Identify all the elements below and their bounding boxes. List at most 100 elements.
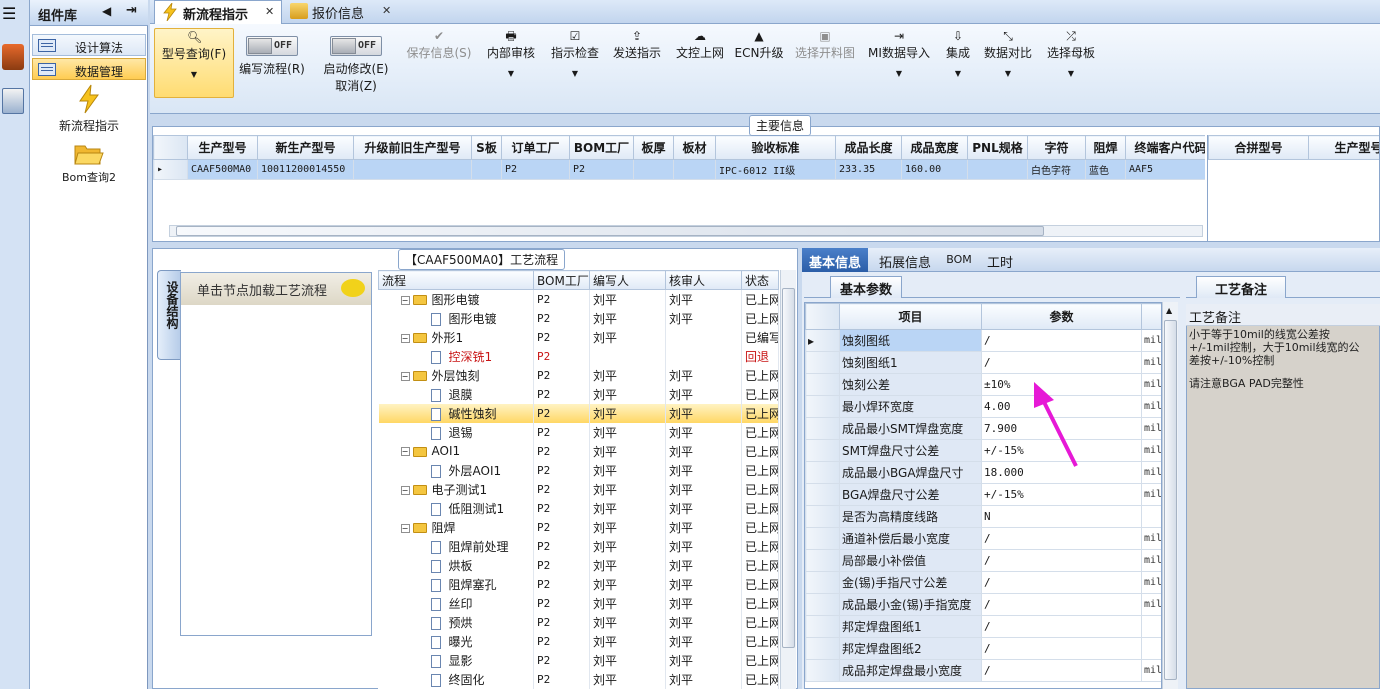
column-header[interactable]: 新生产型号 <box>257 135 354 160</box>
collapse-icon[interactable]: − <box>400 333 410 343</box>
tab-process-notes[interactable]: 工艺备注 <box>1196 276 1286 298</box>
param-value[interactable]: / <box>981 615 1142 638</box>
column-header[interactable]: 阻焊 <box>1085 135 1126 160</box>
collapse-left-icon[interactable]: ◀ <box>102 4 111 18</box>
tree-row[interactable]: − AOI1 P2 刘平 刘平 已上网 <box>378 441 779 461</box>
param-row[interactable]: SMT焊盘尺寸公差 +/-15% mil <box>805 439 1161 462</box>
group-data-management[interactable]: 数据管理 <box>32 58 146 80</box>
param-value[interactable]: / <box>981 571 1142 594</box>
column-header[interactable]: BOM工厂 <box>569 135 634 160</box>
tool-new-process[interactable]: 新流程指示 <box>30 84 148 134</box>
param-row[interactable]: 通道补偿后最小宽度 / mil <box>805 527 1161 550</box>
column-header[interactable]: 流程 <box>378 270 534 290</box>
factory-icon[interactable] <box>2 44 24 70</box>
tab-work-hours[interactable]: 工时 <box>982 248 1018 272</box>
param-row[interactable]: 局部最小补偿值 / mil <box>805 549 1161 572</box>
tree-row[interactable]: 控深铣1 P2 回退 <box>378 346 779 366</box>
tree-row[interactable]: 低阻测试1 P2 刘平 刘平 已上网 <box>378 498 779 518</box>
column-header[interactable]: 编写人 <box>589 270 666 290</box>
param-row[interactable]: 蚀刻公差 ±10% mil <box>805 373 1161 396</box>
tree-row[interactable]: − 电子测试1 P2 刘平 刘平 已上网 <box>378 479 779 499</box>
collapse-icon[interactable]: − <box>400 485 410 495</box>
param-value[interactable]: / <box>981 549 1142 572</box>
scroll-up-icon[interactable]: ▲ <box>1166 306 1172 315</box>
tree-row[interactable]: 阻焊塞孔 P2 刘平 刘平 已上网 <box>378 574 779 594</box>
tree-row[interactable]: 碱性蚀刻 P2 刘平 刘平 已上网 <box>378 403 779 423</box>
select-master-board-button[interactable]: ⤮ 选择母板 ▼ <box>1044 28 1098 98</box>
instruction-check-button[interactable]: ☑ 指示检查 ▼ <box>548 28 602 98</box>
save-info-button[interactable]: ✔ 保存信息(S) <box>404 28 474 98</box>
horizontal-scrollbar[interactable] <box>169 225 1203 237</box>
internal-review-button[interactable]: 🖶 内部审核 ▼ <box>484 28 538 98</box>
doc-control-upload-button[interactable]: ☁ 文控上网 <box>672 28 728 98</box>
tab-extended-info[interactable]: 拓展信息 <box>872 248 938 272</box>
pin-icon[interactable]: ⇥ <box>126 3 137 18</box>
param-row[interactable]: 最小焊环宽度 4.00 mil <box>805 395 1161 418</box>
param-row[interactable]: 成品邦定焊盘最小宽度 / mil <box>805 659 1161 682</box>
column-header[interactable]: 生产型号 <box>187 135 258 160</box>
mi-data-import-button[interactable]: ⇥ MI数据导入 ▼ <box>866 28 932 98</box>
param-row[interactable]: 金(锡)手指尺寸公差 / mil <box>805 571 1161 594</box>
tab-basic-params[interactable]: 基本参数 <box>830 276 902 298</box>
column-header[interactable]: 合拼型号 <box>1208 135 1309 160</box>
tree-row[interactable]: − 阻焊 P2 刘平 刘平 已上网 <box>378 517 779 537</box>
param-row[interactable]: ▸ 蚀刻图纸 / mil <box>805 329 1161 352</box>
param-row[interactable]: 成品最小SMT焊盘宽度 7.900 mil <box>805 417 1161 440</box>
tree-row[interactable]: − 图形电镀 P2 刘平 刘平 已上网 <box>378 289 779 309</box>
tree-row[interactable]: 烘板 P2 刘平 刘平 已上网 <box>378 555 779 575</box>
tab-quote-info[interactable]: 报价信息 ✕ <box>284 0 396 24</box>
menu-icon[interactable]: ☰ <box>2 4 16 23</box>
column-header[interactable]: 订单工厂 <box>501 135 570 160</box>
tree-row[interactable]: 终固化 P2 刘平 刘平 已上网 <box>378 669 779 689</box>
collapse-icon[interactable]: − <box>400 295 410 305</box>
close-icon[interactable]: ✕ <box>382 4 391 17</box>
tab-equipment-structure[interactable]: 设备结构 <box>157 270 181 360</box>
collapse-icon[interactable]: − <box>400 371 410 381</box>
integrate-button[interactable]: ⇩ 集成 ▼ <box>940 28 976 98</box>
column-header[interactable]: 终端客户代码 <box>1125 135 1205 160</box>
column-header[interactable]: 升级前旧生产型号 <box>353 135 472 160</box>
tree-row[interactable]: 退锡 P2 刘平 刘平 已上网 <box>378 422 779 442</box>
tree-row[interactable]: − 外形1 P2 刘平 已编写 <box>378 327 779 347</box>
column-header[interactable]: 字符 <box>1027 135 1086 160</box>
column-header[interactable]: 成品宽度 <box>901 135 968 160</box>
select-cutting-chart-button[interactable]: ▣ 选择开料图 <box>792 28 858 98</box>
param-row[interactable]: 邦定焊盘图纸2/ <box>805 637 1161 660</box>
column-header[interactable]: 核审人 <box>665 270 742 290</box>
param-value[interactable]: / <box>981 527 1142 550</box>
ecn-upgrade-button[interactable]: ▲ ECN升级 <box>734 28 784 98</box>
table-row[interactable]: ▸ CAAF500MA0 10011200014550 P2 P2 IPC-60… <box>153 159 1205 180</box>
edit-process-toggle[interactable]: OFF <box>246 36 298 56</box>
notes-text[interactable]: 小于等于10mil的线宽公差按+/-1mil控制，大于10mil线宽的公差按+/… <box>1189 328 1361 390</box>
column-header[interactable]: 参数 <box>981 303 1142 330</box>
tab-basic-info[interactable]: 基本信息 <box>802 248 868 272</box>
column-header[interactable]: 生产型号 <box>1308 135 1379 160</box>
send-instruction-button[interactable]: ⇪ 发送指示 <box>610 28 664 98</box>
scroll-thumb[interactable] <box>1164 320 1177 680</box>
tree-row[interactable]: 预烘 P2 刘平 刘平 已上网 <box>378 612 779 632</box>
params-scrollbar[interactable]: ▲ <box>1162 302 1178 689</box>
collapse-icon[interactable]: − <box>400 523 410 533</box>
start-modify-toggle[interactable]: OFF <box>330 36 382 56</box>
tab-new-process[interactable]: 新流程指示 ✕ <box>154 0 282 24</box>
scroll-thumb[interactable] <box>176 226 1044 236</box>
tree-row[interactable]: 阻焊前处理 P2 刘平 刘平 已上网 <box>378 536 779 556</box>
column-header[interactable]: 板材 <box>673 135 716 160</box>
calculator-icon[interactable] <box>2 88 24 114</box>
param-row[interactable]: 成品最小金(锡)手指宽度 / mil <box>805 593 1161 616</box>
tree-row[interactable]: − 外层蚀刻 P2 刘平 刘平 已上网 <box>378 365 779 385</box>
param-row[interactable]: 是否为高精度线路 N <box>805 505 1161 528</box>
tree-row[interactable]: 图形电镀 P2 刘平 刘平 已上网 <box>378 308 779 328</box>
scroll-thumb[interactable] <box>782 288 795 648</box>
column-header[interactable]: PNL规格 <box>967 135 1028 160</box>
model-query-button[interactable]: 🔍︎ 型号查询(F) ▼ <box>154 28 234 98</box>
data-compare-button[interactable]: ⤡ 数据对比 ▼ <box>982 28 1034 98</box>
param-value[interactable]: / <box>981 637 1142 660</box>
param-value[interactable]: / <box>981 593 1142 616</box>
tree-row[interactable]: 曝光 P2 刘平 刘平 已上网 <box>378 631 779 651</box>
tool-bom-query[interactable]: Bom查询2 <box>30 142 148 185</box>
column-header[interactable]: 成品长度 <box>835 135 902 160</box>
column-header[interactable]: 项目 <box>839 303 982 330</box>
param-row[interactable]: 邦定焊盘图纸1/ <box>805 615 1161 638</box>
tree-row[interactable]: 退膜 P2 刘平 刘平 已上网 <box>378 384 779 404</box>
